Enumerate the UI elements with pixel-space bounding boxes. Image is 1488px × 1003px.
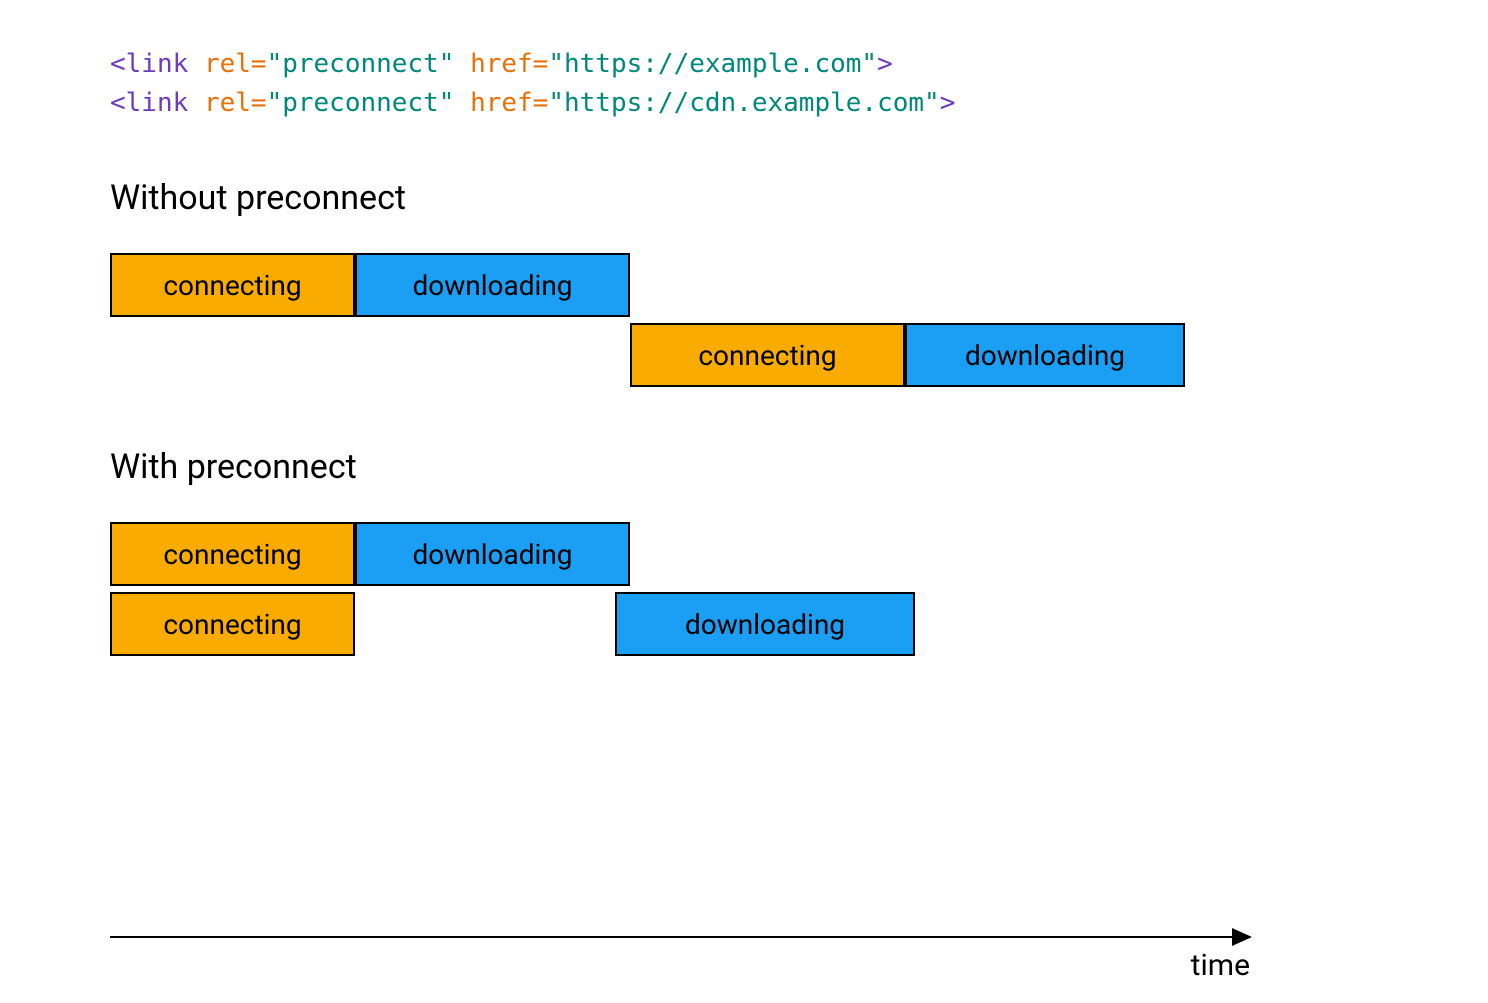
code-attr: rel= (204, 88, 267, 118)
timeline-track: connecting downloading (110, 323, 1185, 387)
code-bracket: < (110, 88, 126, 118)
bar-downloading: downloading (615, 592, 915, 656)
code-line-2: <link rel="preconnect" href="https://cdn… (110, 84, 1378, 123)
timeline-without: connecting downloading connecting downlo… (110, 253, 1378, 387)
bar-downloading: downloading (905, 323, 1185, 387)
code-value: "https://example.com" (548, 49, 877, 79)
code-tag: link (126, 88, 189, 118)
timeline-with: connecting downloading connecting downlo… (110, 522, 1378, 656)
code-attr: href= (470, 88, 548, 118)
bar-connecting: connecting (630, 323, 905, 387)
code-line-1: <link rel="preconnect" href="https://exa… (110, 45, 1378, 84)
code-attr: rel= (204, 49, 267, 79)
code-snippet: <link rel="preconnect" href="https://exa… (110, 45, 1378, 123)
arrow-right-icon (1232, 928, 1252, 946)
time-axis: time (110, 936, 1250, 938)
code-value: "https://cdn.example.com" (548, 88, 939, 118)
timeline-track: connecting downloading (110, 592, 1185, 656)
bar-downloading: downloading (355, 253, 630, 317)
heading-without-preconnect: Without preconnect (110, 178, 1378, 218)
code-bracket: < (110, 49, 126, 79)
axis-line (110, 936, 1250, 938)
timeline-track: connecting downloading (110, 522, 1185, 586)
axis-label: time (1191, 948, 1250, 983)
code-tag: link (126, 49, 189, 79)
bar-connecting: connecting (110, 522, 355, 586)
bar-connecting: connecting (110, 592, 355, 656)
code-attr: href= (470, 49, 548, 79)
code-bracket: > (877, 49, 893, 79)
timeline-track: connecting downloading (110, 253, 1185, 317)
code-value: "preconnect" (267, 49, 455, 79)
bar-downloading: downloading (355, 522, 630, 586)
bar-connecting: connecting (110, 253, 355, 317)
heading-with-preconnect: With preconnect (110, 447, 1378, 487)
code-value: "preconnect" (267, 88, 455, 118)
code-bracket: > (940, 88, 956, 118)
